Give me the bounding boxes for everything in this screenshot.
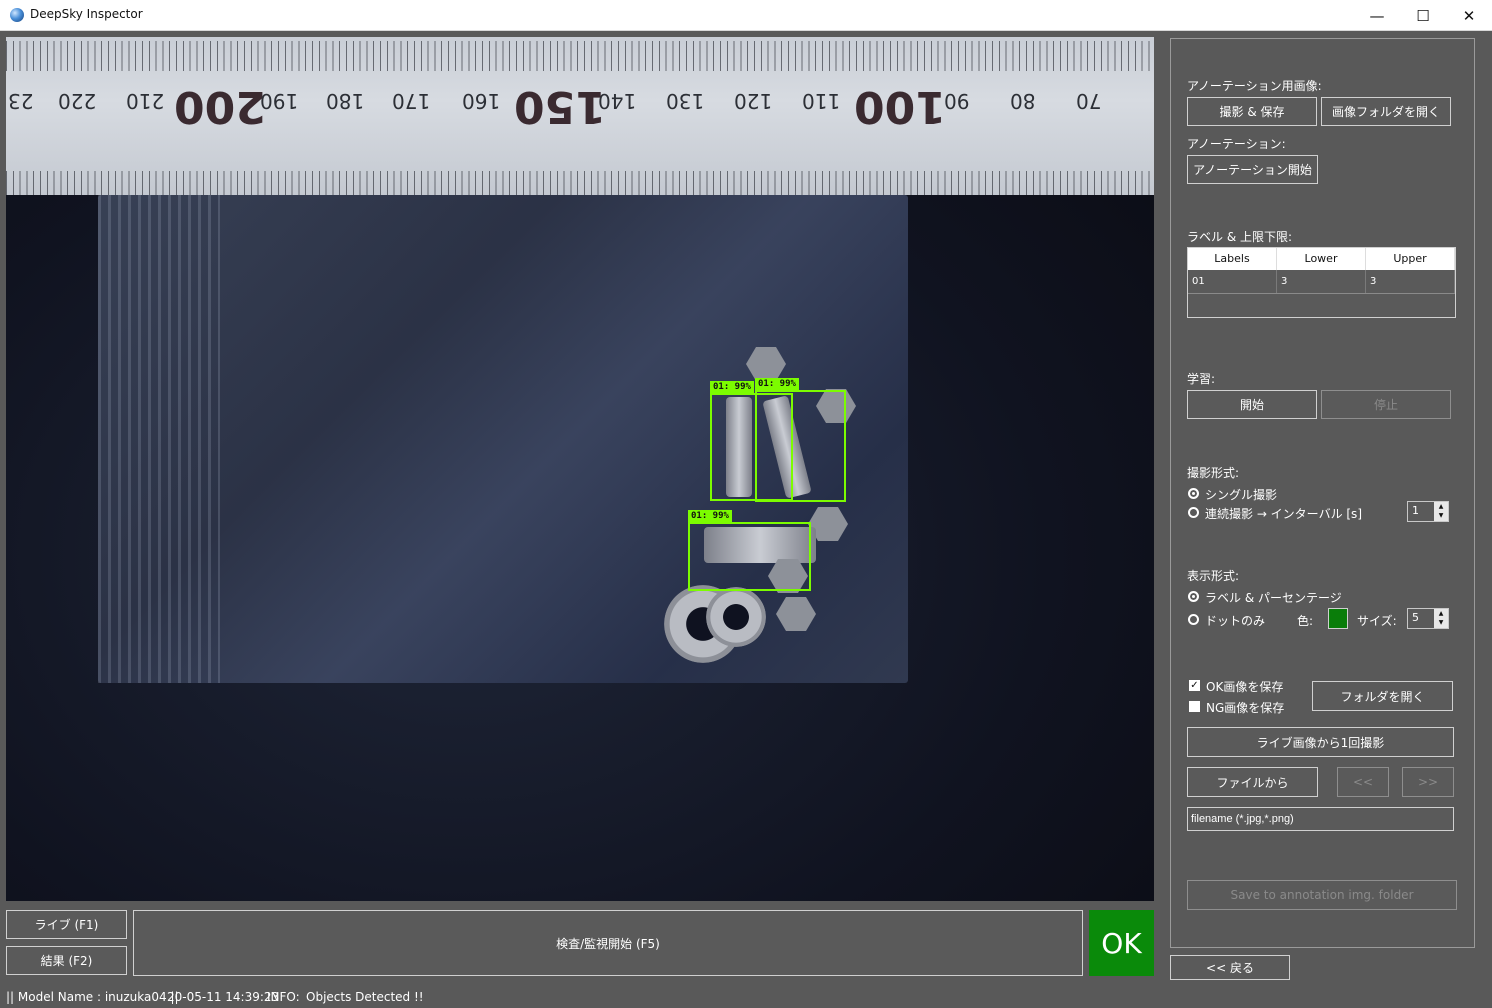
ruler-ticks-top bbox=[6, 41, 1154, 71]
capture-single-radio[interactable] bbox=[1188, 488, 1199, 499]
save-ng-checkbox[interactable] bbox=[1189, 701, 1200, 712]
labels-limits-label: ラベル & 上限下限: bbox=[1187, 230, 1293, 244]
annotation-images-label: アノーテーション用画像: bbox=[1187, 79, 1322, 93]
result-button[interactable]: 結果 (F2) bbox=[6, 946, 127, 975]
display-label-percent-radio[interactable] bbox=[1188, 591, 1199, 602]
detection-label: 01: 99% bbox=[755, 378, 799, 391]
ruler-number: 160 bbox=[462, 89, 501, 113]
app-globe-icon bbox=[10, 8, 24, 22]
title-bar: DeepSky Inspector — ☐ ✕ bbox=[0, 0, 1492, 31]
ruler-number: 140 bbox=[598, 89, 637, 113]
train-start-button[interactable]: 開始 bbox=[1187, 390, 1317, 419]
ruler-number: 90 bbox=[944, 89, 970, 113]
ruler-number: 170 bbox=[392, 89, 431, 113]
cell-lower[interactable]: 3 bbox=[1277, 270, 1366, 293]
capture-from-live-button[interactable]: ライブ画像から1回撮影 bbox=[1187, 727, 1454, 757]
ok-result-indicator: OK bbox=[1089, 910, 1154, 976]
ruler-number: 23 bbox=[8, 89, 34, 113]
header-lower: Lower bbox=[1277, 248, 1366, 270]
ruler: 23 220 210 200 190 180 170 160 150 140 1… bbox=[6, 37, 1154, 195]
prev-button[interactable]: << bbox=[1337, 767, 1389, 797]
save-ng-label: NG画像を保存 bbox=[1206, 701, 1285, 715]
ruler-number: 200 bbox=[174, 81, 266, 132]
window-title: DeepSky Inspector bbox=[30, 7, 143, 21]
from-file-button[interactable]: ファイルから bbox=[1187, 767, 1318, 797]
open-image-folder-button[interactable]: 画像フォルダを開く bbox=[1321, 97, 1451, 126]
interval-stepper[interactable]: 1 ▲ ▼ bbox=[1407, 501, 1449, 522]
ruler-number: 190 bbox=[260, 89, 299, 113]
ruler-number: 120 bbox=[734, 89, 773, 113]
header-labels: Labels bbox=[1188, 248, 1277, 270]
minimize-button[interactable]: — bbox=[1354, 0, 1400, 31]
live-button[interactable]: ライブ (F1) bbox=[6, 910, 127, 939]
capture-single-label: シングル撮影 bbox=[1205, 488, 1278, 502]
status-info-label: INFO: bbox=[267, 990, 300, 1004]
capture-continuous-label: 連続撮影 → インターバル [s] bbox=[1205, 507, 1362, 521]
status-timestamp: 20-05-11 14:39:23 bbox=[167, 990, 280, 1004]
nut bbox=[746, 347, 786, 381]
detection-box: 01: 99% bbox=[688, 510, 811, 591]
ruler-number: 210 bbox=[126, 89, 165, 113]
back-button[interactable]: << 戻る bbox=[1170, 955, 1290, 980]
start-inspection-button[interactable]: 検査/監視開始 (F5) bbox=[133, 910, 1083, 976]
filename-input[interactable] bbox=[1187, 807, 1454, 831]
save-annotation-button[interactable]: Save to annotation img. folder bbox=[1187, 880, 1457, 910]
ruler-number: 80 bbox=[1010, 89, 1036, 113]
dot-color-swatch[interactable] bbox=[1328, 608, 1348, 629]
status-model: || Model Name : inuzuka04 || bbox=[6, 990, 179, 1004]
maximize-button[interactable]: ☐ bbox=[1400, 0, 1446, 31]
status-bar: || Model Name : inuzuka04 || 20-05-11 14… bbox=[0, 986, 1492, 1008]
display-mode-label: 表示形式: bbox=[1187, 569, 1240, 583]
ruler-number: 70 bbox=[1076, 89, 1102, 113]
color-label: 色: bbox=[1297, 614, 1314, 628]
washer bbox=[706, 587, 766, 647]
save-ok-checkbox[interactable]: ✓ bbox=[1189, 680, 1200, 691]
training-label: 学習: bbox=[1187, 372, 1216, 386]
start-annotation-button[interactable]: アノーテーション開始 bbox=[1187, 155, 1318, 184]
ruler-number: 130 bbox=[666, 89, 705, 113]
next-button[interactable]: >> bbox=[1402, 767, 1454, 797]
ruler-number: 150 bbox=[514, 81, 606, 132]
close-button[interactable]: ✕ bbox=[1446, 0, 1492, 31]
nut bbox=[776, 597, 816, 631]
cell-label[interactable]: 01 bbox=[1188, 270, 1277, 293]
detection-label: 01: 99% bbox=[688, 510, 732, 523]
open-folder-button[interactable]: フォルダを開く bbox=[1312, 681, 1453, 711]
capture-mode-label: 撮影形式: bbox=[1187, 466, 1240, 480]
annotation-label: アノーテーション: bbox=[1187, 137, 1286, 151]
capture-save-button[interactable]: 撮影 & 保存 bbox=[1187, 97, 1317, 126]
save-ok-label: OK画像を保存 bbox=[1206, 680, 1284, 694]
capture-continuous-radio[interactable] bbox=[1188, 507, 1199, 518]
ruler-number: 110 bbox=[802, 89, 841, 113]
labels-table[interactable]: Labels Lower Upper 01 3 3 bbox=[1187, 247, 1456, 318]
ruler-number: 100 bbox=[854, 81, 946, 132]
size-stepper[interactable]: 5 ▲ ▼ bbox=[1407, 608, 1449, 629]
spin-down-icon[interactable]: ▼ bbox=[1434, 618, 1448, 628]
interval-value: 1 bbox=[1412, 504, 1419, 517]
detection-box: 01: 99% bbox=[755, 378, 846, 502]
spin-down-icon[interactable]: ▼ bbox=[1434, 511, 1448, 521]
cell-upper[interactable]: 3 bbox=[1366, 270, 1455, 293]
size-value: 5 bbox=[1412, 611, 1419, 624]
header-upper: Upper bbox=[1366, 248, 1455, 270]
table-row[interactable]: 01 3 3 bbox=[1188, 270, 1455, 294]
display-dot-only-label: ドットのみ bbox=[1205, 614, 1266, 628]
bag-zip-seal bbox=[98, 195, 220, 683]
detection-label: 01: 99% bbox=[710, 381, 754, 394]
display-label-percent-label: ラベル & パーセンテージ bbox=[1205, 591, 1342, 605]
status-message: Objects Detected !! bbox=[306, 990, 424, 1004]
ruler-number: 180 bbox=[326, 89, 365, 113]
table-header: Labels Lower Upper bbox=[1188, 248, 1455, 270]
display-dot-only-radio[interactable] bbox=[1188, 614, 1199, 625]
size-label: サイズ: bbox=[1357, 614, 1397, 628]
ruler-ticks-bottom bbox=[6, 171, 1154, 195]
train-stop-button[interactable]: 停止 bbox=[1321, 390, 1451, 419]
camera-view: 23 220 210 200 190 180 170 160 150 140 1… bbox=[6, 37, 1154, 901]
ruler-number: 220 bbox=[58, 89, 97, 113]
